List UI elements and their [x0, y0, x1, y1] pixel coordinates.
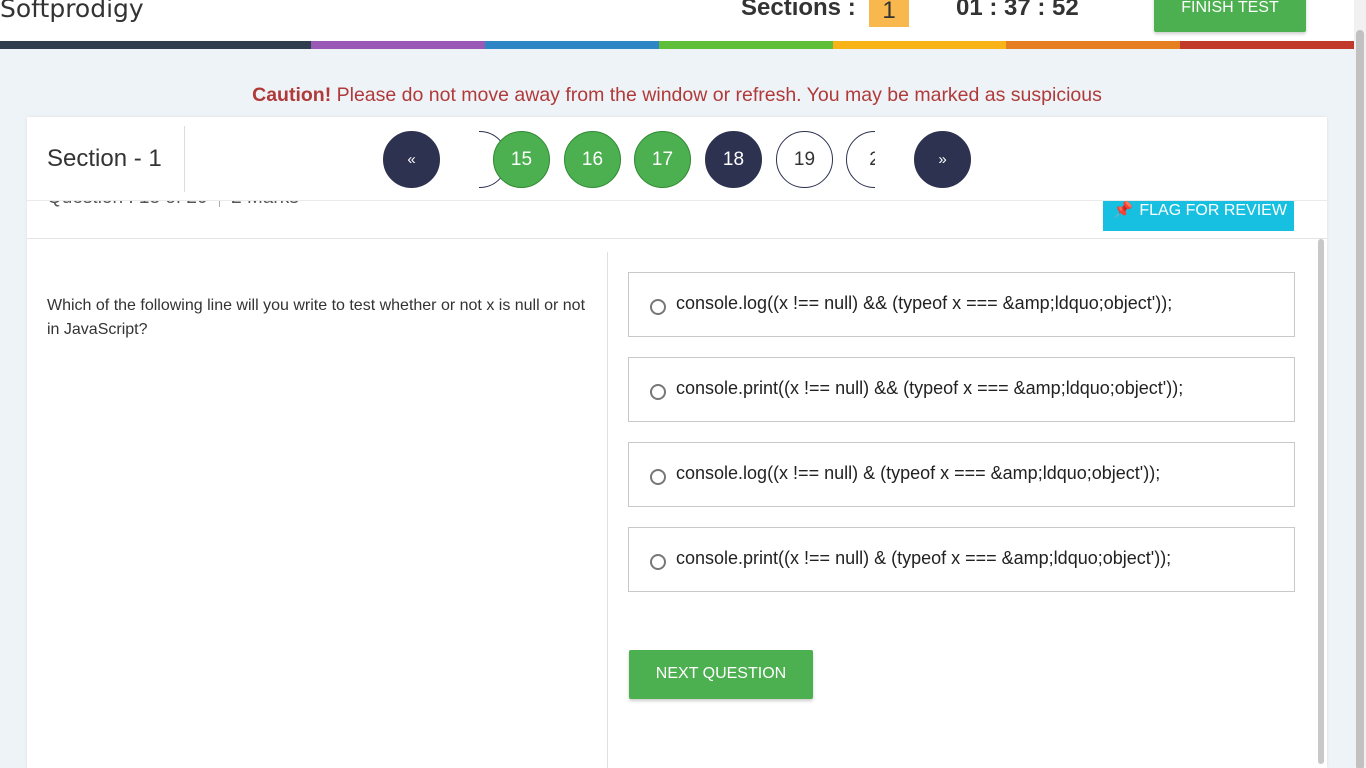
- countdown-timer: 01 : 37 : 52: [956, 0, 1079, 21]
- radio-button[interactable]: [650, 469, 666, 485]
- brand-logo-text: Softprodigy: [0, 0, 144, 23]
- question-button-16[interactable]: 16: [564, 131, 621, 188]
- stripe-segment: [0, 41, 311, 49]
- content-scrollbar[interactable]: [1318, 239, 1324, 764]
- next-question-button[interactable]: NEXT QUESTION: [629, 650, 813, 699]
- color-stripe: [0, 41, 1354, 49]
- stripe-segment: [659, 41, 833, 49]
- stripe-segment: [833, 41, 1006, 49]
- option-text: console.print((x !== null) & (typeof x =…: [676, 548, 1172, 568]
- radio-button[interactable]: [650, 554, 666, 570]
- answer-option-4[interactable]: console.print((x !== null) & (typeof x =…: [628, 527, 1295, 592]
- question-button-15[interactable]: 15: [493, 131, 550, 188]
- question-button-17[interactable]: 17: [634, 131, 691, 188]
- finish-test-button[interactable]: FINISH TEST: [1154, 0, 1306, 32]
- sections-label: Sections :: [741, 0, 856, 21]
- page-scrollbar[interactable]: [1354, 0, 1366, 768]
- question-navigation-bar: Section - 1 « 15 16 17 18 19 2 »: [27, 117, 1327, 201]
- option-text: console.print((x !== null) && (typeof x …: [676, 378, 1184, 398]
- top-bar: Softprodigy Sections : 1 01 : 37 : 52 FI…: [0, 0, 1354, 42]
- answer-option-3[interactable]: console.log((x !== null) & (typeof x ===…: [628, 442, 1295, 507]
- caution-label: Caution!: [252, 84, 332, 106]
- next-page-button[interactable]: »: [914, 131, 971, 188]
- stripe-segment: [485, 41, 659, 49]
- answer-option-1[interactable]: console.log((x !== null) && (typeof x ==…: [628, 272, 1295, 337]
- option-text: console.log((x !== null) && (typeof x ==…: [676, 293, 1173, 313]
- question-button-18[interactable]: 18: [705, 131, 762, 188]
- caution-message: Please do not move away from the window …: [336, 84, 1102, 106]
- page-scrollbar-thumb[interactable]: [1356, 30, 1364, 768]
- radio-button[interactable]: [650, 384, 666, 400]
- column-divider: [607, 252, 608, 768]
- header-divider: [27, 238, 1327, 239]
- caution-banner: Caution! Please do not move away from th…: [0, 84, 1354, 107]
- question-card: Question : 18 of 20 2 Marks 📌 FLAG FOR R…: [27, 117, 1327, 768]
- stripe-segment: [1180, 41, 1354, 49]
- question-button-20[interactable]: 2: [846, 131, 875, 188]
- answer-option-2[interactable]: console.print((x !== null) && (typeof x …: [628, 357, 1295, 422]
- section-title: Section - 1: [47, 145, 162, 172]
- stripe-segment: [1006, 41, 1180, 49]
- option-text: console.log((x !== null) & (typeof x ===…: [676, 463, 1161, 483]
- flag-for-review-button[interactable]: 📌 FLAG FOR REVIEW: [1103, 199, 1294, 231]
- stripe-segment: [311, 41, 485, 49]
- question-text: Which of the following line will you wri…: [47, 297, 586, 338]
- question-pager-viewport: 15 16 17 18 19 2: [479, 117, 875, 201]
- radio-button[interactable]: [650, 299, 666, 315]
- question-button-19[interactable]: 19: [776, 131, 833, 188]
- pin-icon: 📌: [1113, 202, 1133, 219]
- previous-page-button[interactable]: «: [383, 131, 440, 188]
- flag-label: FLAG FOR REVIEW: [1139, 202, 1287, 219]
- section-number-badge: 1: [869, 0, 909, 27]
- nav-divider: [184, 126, 185, 192]
